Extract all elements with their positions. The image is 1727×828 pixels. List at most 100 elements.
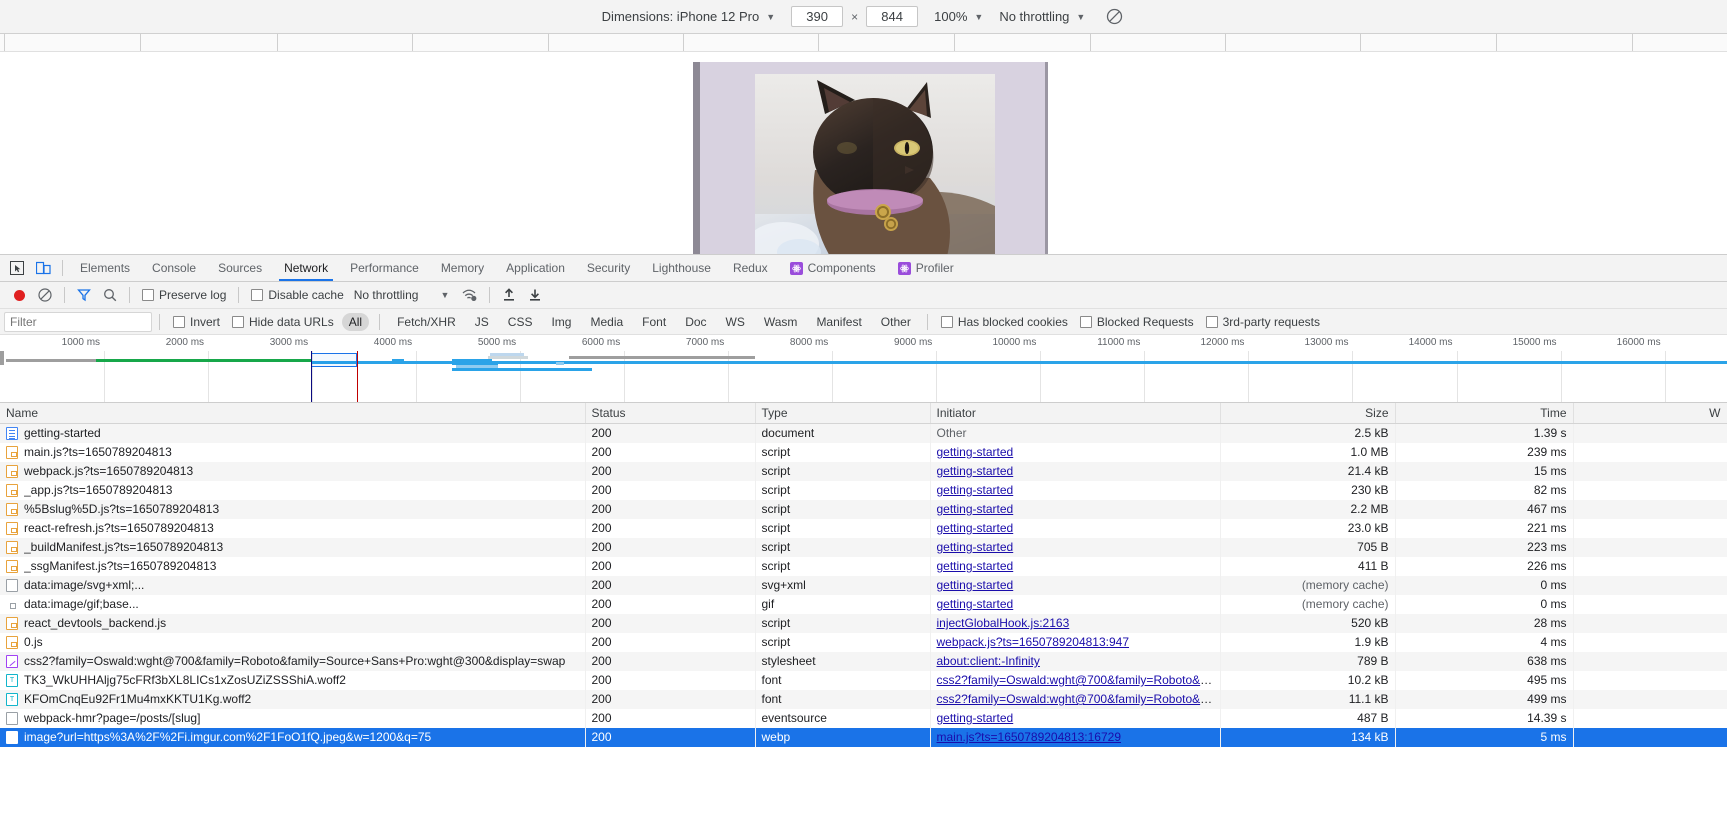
third-party-requests-checkbox[interactable]: 3rd-party requests (1205, 315, 1320, 329)
request-name-cell[interactable]: react_devtools_backend.js (0, 613, 586, 633)
request-name-cell[interactable]: _ssgManifest.js?ts=1650789204813 (0, 556, 586, 576)
request-initiator-cell[interactable]: about:client:-Infinity (930, 651, 1221, 671)
type-filter-css[interactable]: CSS (501, 313, 540, 331)
type-filter-img[interactable]: Img (544, 313, 578, 331)
table-row[interactable]: main.js?ts=1650789204813 200 script getting… (0, 442, 1727, 462)
request-initiator-cell[interactable]: getting-started (930, 442, 1221, 462)
type-filter-fetch-xhr[interactable]: Fetch/XHR (390, 313, 463, 331)
request-initiator-cell[interactable]: getting-started (930, 461, 1221, 481)
request-initiator-cell[interactable]: webpack.js?ts=1650789204813:947 (930, 632, 1221, 652)
table-row[interactable]: _app.js?ts=1650789204813 200 script getting… (0, 480, 1727, 500)
tab-components[interactable]: Components (779, 255, 887, 281)
request-initiator-cell[interactable]: getting-started (930, 708, 1221, 728)
table-row[interactable]: data:image/svg+xml;... 200 svg+xml getting-… (0, 575, 1727, 595)
device-throttling-selector[interactable]: No throttling ▼ (999, 9, 1085, 24)
table-row[interactable]: T KFOmCnqEu92Fr1Mu4mxKKTU1Kg.woff2 200 font… (0, 689, 1727, 709)
request-initiator-cell[interactable]: getting-started (930, 556, 1221, 576)
hide-data-urls-checkbox[interactable]: Hide data URLs (232, 315, 334, 329)
tab-lighthouse[interactable]: Lighthouse (641, 255, 722, 281)
column-header-status[interactable]: Status (585, 403, 756, 424)
table-row[interactable]: data:image/gif;base... 200 gif getting-star… (0, 594, 1727, 614)
record-stop-icon[interactable] (6, 282, 32, 308)
table-row[interactable]: getting-started 200 document Other 2.5 kB 1.3… (0, 423, 1727, 443)
device-toolbar-icon[interactable] (30, 255, 56, 281)
request-name-cell[interactable]: webpack-hmr?page=/posts/[slug] (0, 708, 586, 728)
tab-console[interactable]: Console (141, 255, 207, 281)
initiator-link[interactable]: main.js?ts=1650789204813:16729 (937, 730, 1122, 744)
export-har-icon[interactable] (522, 282, 548, 308)
filter-input[interactable] (4, 311, 152, 332)
blocked-requests-checkbox[interactable]: Blocked Requests (1079, 315, 1194, 329)
table-row[interactable]: image?url=https%3A%2F%2Fi.imgur.com%2F1F… (0, 727, 1727, 747)
column-header-initiator[interactable]: Initiator (930, 403, 1221, 424)
clear-icon[interactable] (32, 282, 58, 308)
network-overview-timeline[interactable]: 1000 ms 2000 ms 3000 ms 4000 ms 5000 ms 6000 … (0, 335, 1727, 403)
type-filter-font[interactable]: Font (635, 313, 673, 331)
device-selector[interactable]: Dimensions: iPhone 12 Pro ▼ (602, 9, 775, 24)
request-initiator-cell[interactable]: getting-started (930, 480, 1221, 500)
request-name-cell[interactable]: _app.js?ts=1650789204813 (0, 480, 586, 500)
type-filter-js[interactable]: JS (468, 313, 496, 331)
disable-cache-checkbox[interactable]: Disable cache (251, 288, 344, 302)
request-name-cell[interactable]: data:image/svg+xml;... (0, 575, 586, 595)
network-requests-table[interactable]: Name Status Type Initiator Size Time W getting… (0, 403, 1727, 828)
tab-application[interactable]: Application (495, 255, 576, 281)
network-throttling-selector[interactable]: No throttling ▼ (354, 288, 450, 302)
table-row[interactable]: webpack.js?ts=1650789204813 200 script gett… (0, 461, 1727, 481)
request-name-cell[interactable]: css2?family=Oswald:wght@700&family=Robot… (0, 651, 586, 671)
request-name-cell[interactable]: T TK3_WkUHHAljg75cFRf3bXL8LICs1xZosUZiZSS… (0, 670, 586, 690)
overview-selection-window[interactable] (311, 353, 357, 367)
column-header-size[interactable]: Size (1220, 403, 1396, 424)
column-header-w[interactable]: W (1573, 403, 1727, 424)
initiator-link[interactable]: getting-started (937, 521, 1014, 535)
request-name-cell[interactable]: webpack.js?ts=1650789204813 (0, 461, 586, 481)
initiator-link[interactable]: getting-started (937, 483, 1014, 497)
inspect-element-icon[interactable] (4, 255, 30, 281)
initiator-link[interactable]: webpack.js?ts=1650789204813:947 (937, 635, 1130, 649)
request-initiator-cell[interactable]: getting-started (930, 575, 1221, 595)
tab-profiler[interactable]: Profiler (887, 255, 965, 281)
initiator-link[interactable]: about:client:-Infinity (937, 654, 1040, 668)
request-name-cell[interactable]: _buildManifest.js?ts=1650789204813 (0, 537, 586, 557)
request-name-cell[interactable]: data:image/gif;base... (0, 594, 586, 614)
tab-memory[interactable]: Memory (430, 255, 495, 281)
request-name-cell[interactable]: react-refresh.js?ts=1650789204813 (0, 518, 586, 538)
table-row[interactable]: react-refresh.js?ts=1650789204813 200 scri… (0, 518, 1727, 538)
table-row[interactable]: _ssgManifest.js?ts=1650789204813 200 scrip… (0, 556, 1727, 576)
type-filter-other[interactable]: Other (874, 313, 918, 331)
request-initiator-cell[interactable]: main.js?ts=1650789204813:16729 (930, 727, 1221, 747)
table-row[interactable]: webpack-hmr?page=/posts/[slug] 200 eventso… (0, 708, 1727, 728)
column-header-name[interactable]: Name (0, 403, 586, 424)
invert-checkbox[interactable]: Invert (173, 315, 220, 329)
tab-redux[interactable]: Redux (722, 255, 779, 281)
network-conditions-icon[interactable] (457, 282, 483, 308)
initiator-link[interactable]: getting-started (937, 559, 1014, 573)
request-name-cell[interactable]: getting-started (0, 423, 586, 443)
request-name-cell[interactable]: 0.js (0, 632, 586, 652)
initiator-link[interactable]: getting-started (937, 464, 1014, 478)
initiator-link[interactable]: getting-started (937, 502, 1014, 516)
column-header-time[interactable]: Time (1395, 403, 1574, 424)
initiator-link[interactable]: getting-started (937, 540, 1014, 554)
initiator-link[interactable]: getting-started (937, 578, 1014, 592)
has-blocked-cookies-checkbox[interactable]: Has blocked cookies (940, 315, 1068, 329)
table-row[interactable]: 0.js 200 script webpack.js?ts=1650789204813… (0, 632, 1727, 652)
request-initiator-cell[interactable]: getting-started (930, 499, 1221, 519)
table-row[interactable]: T TK3_WkUHHAljg75cFRf3bXL8LICs1xZosUZiZSS… (0, 670, 1727, 690)
request-name-cell[interactable]: T KFOmCnqEu92Fr1Mu4mxKKTU1Kg.woff2 (0, 689, 586, 709)
rotate-icon[interactable] (1103, 6, 1125, 28)
type-filter-all[interactable]: All (341, 312, 370, 331)
viewport-width-input[interactable] (791, 6, 844, 27)
filter-funnel-icon[interactable] (71, 282, 97, 308)
initiator-link[interactable]: injectGlobalHook.js:2163 (937, 616, 1070, 630)
request-initiator-cell[interactable]: css2?family=Oswald:wght@700&family=Robot… (930, 670, 1221, 690)
phone-viewport[interactable] (693, 62, 1048, 254)
import-har-icon[interactable] (496, 282, 522, 308)
initiator-link[interactable]: getting-started (937, 445, 1014, 459)
request-initiator-cell[interactable]: injectGlobalHook.js:2163 (930, 613, 1221, 633)
request-initiator-cell[interactable]: getting-started (930, 537, 1221, 557)
column-header-type[interactable]: Type (755, 403, 931, 424)
initiator-link[interactable]: css2?family=Oswald:wght@700&family=Robot… (937, 673, 1220, 687)
request-initiator-cell[interactable]: getting-started (930, 518, 1221, 538)
request-name-cell[interactable]: %5Bslug%5D.js?ts=1650789204813 (0, 499, 586, 519)
